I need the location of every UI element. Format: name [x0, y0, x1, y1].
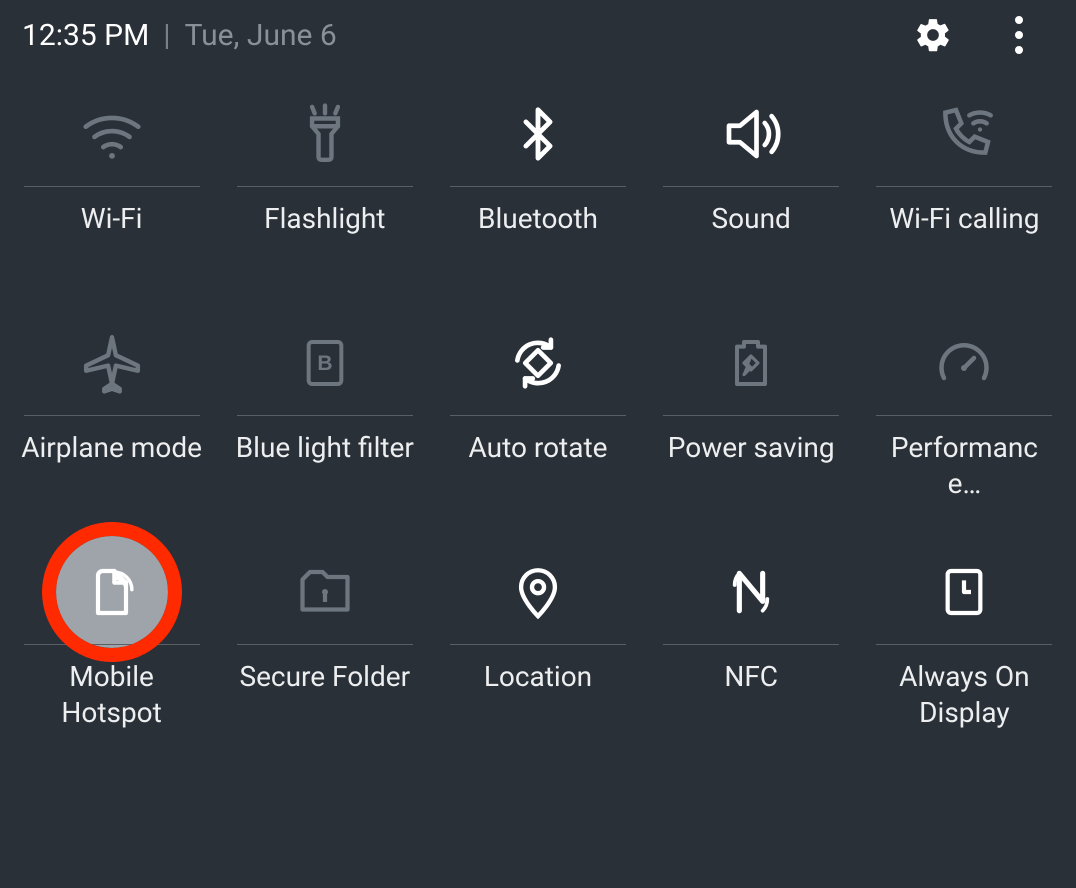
tile-divider — [237, 186, 413, 187]
tile-icon-wrap — [233, 84, 416, 184]
tile-label[interactable]: Flashlight — [264, 201, 385, 273]
quick-settings-grid: Wi-Fi Flashlight Bluetooth Sound Wi-Fi c… — [0, 64, 1076, 731]
tile-icon-wrap — [660, 313, 843, 413]
gear-icon — [913, 15, 953, 55]
aod-icon — [936, 564, 992, 620]
tile-performance[interactable]: Performanc e… — [873, 313, 1056, 502]
location-icon — [509, 563, 567, 621]
tile-label[interactable]: Mobile Hotspot — [20, 659, 203, 731]
tile-icon-wrap — [660, 542, 843, 642]
tile-icon-wrap — [20, 84, 203, 184]
tile-label[interactable]: Performanc e… — [873, 430, 1056, 502]
tile-flashlight[interactable]: Flashlight — [233, 84, 416, 273]
securefolder-icon — [295, 562, 355, 622]
tile-location[interactable]: Location — [446, 542, 629, 731]
tile-divider — [24, 186, 200, 187]
tile-airplane[interactable]: Airplane mode — [20, 313, 203, 502]
tile-divider — [237, 415, 413, 416]
status-header: 12:35 PM | Tue, June 6 — [0, 0, 1076, 64]
clock-date: Tue, June 6 — [185, 18, 337, 53]
more-button[interactable] — [998, 14, 1040, 56]
settings-button[interactable] — [912, 14, 954, 56]
flashlight-icon — [294, 103, 356, 165]
tile-divider — [450, 186, 626, 187]
airplane-icon — [81, 332, 143, 394]
tile-icon-wrap — [873, 313, 1056, 413]
tile-icon-wrap — [20, 542, 203, 642]
tile-label[interactable]: NFC — [724, 659, 778, 731]
nfc-icon — [723, 564, 779, 620]
tile-bluelight[interactable]: B Blue light filter — [233, 313, 416, 502]
tile-powersaving[interactable]: Power saving — [660, 313, 843, 502]
bluetooth-icon — [509, 105, 567, 163]
powersaving-icon — [723, 335, 779, 391]
tile-label[interactable]: Airplane mode — [21, 430, 202, 502]
wifi-icon — [77, 99, 147, 169]
more-icon — [1015, 16, 1023, 24]
svg-text:B: B — [317, 352, 332, 375]
clock-time: 12:35 PM — [22, 18, 149, 53]
tile-wifi-calling[interactable]: Wi-Fi calling — [873, 84, 1056, 273]
tile-icon-wrap — [873, 84, 1056, 184]
tile-icon-wrap — [446, 84, 629, 184]
separator: | — [163, 18, 170, 53]
tile-icon-wrap — [446, 313, 629, 413]
tile-label[interactable]: Blue light filter — [236, 430, 414, 502]
tile-divider — [663, 415, 839, 416]
tile-divider — [24, 415, 200, 416]
wifi-calling-icon — [932, 102, 996, 166]
tile-icon-wrap — [20, 313, 203, 413]
tile-label[interactable]: Wi-Fi calling — [889, 201, 1039, 273]
header-right — [912, 14, 1048, 56]
tile-label[interactable]: Location — [484, 659, 592, 731]
performance-icon — [934, 333, 994, 393]
tile-icon-wrap — [873, 542, 1056, 642]
tile-label[interactable]: Always On Display — [873, 659, 1056, 731]
tile-divider — [876, 644, 1052, 645]
tile-bluetooth[interactable]: Bluetooth — [446, 84, 629, 273]
tile-divider — [876, 186, 1052, 187]
tile-divider — [450, 644, 626, 645]
tile-divider — [876, 415, 1052, 416]
tile-divider — [450, 415, 626, 416]
tile-sound[interactable]: Sound — [660, 84, 843, 273]
bluelight-icon: B — [297, 335, 353, 391]
tile-divider — [237, 644, 413, 645]
tile-hotspot[interactable]: Mobile Hotspot — [20, 542, 203, 731]
tile-icon-wrap — [446, 542, 629, 642]
tile-nfc[interactable]: NFC — [660, 542, 843, 731]
tile-autorotate[interactable]: Auto rotate — [446, 313, 629, 502]
header-left: 12:35 PM | Tue, June 6 — [22, 18, 337, 53]
tile-divider — [24, 644, 200, 645]
tile-aod[interactable]: Always On Display — [873, 542, 1056, 731]
tile-label[interactable]: Bluetooth — [478, 201, 598, 273]
tile-icon-wrap — [660, 84, 843, 184]
tile-icon-wrap — [233, 542, 416, 642]
tile-label[interactable]: Wi-Fi — [81, 201, 143, 273]
tile-divider — [663, 186, 839, 187]
tile-wifi[interactable]: Wi-Fi — [20, 84, 203, 273]
sound-icon — [718, 101, 784, 167]
autorotate-icon — [507, 332, 569, 394]
tile-icon-wrap: B — [233, 313, 416, 413]
tile-divider — [663, 644, 839, 645]
tile-securefolder[interactable]: Secure Folder — [233, 542, 416, 731]
tile-label[interactable]: Power saving — [668, 430, 835, 502]
hotspot-icon — [84, 564, 140, 620]
tile-label[interactable]: Auto rotate — [469, 430, 608, 502]
tile-label[interactable]: Sound — [712, 201, 791, 273]
tile-label[interactable]: Secure Folder — [239, 659, 410, 731]
